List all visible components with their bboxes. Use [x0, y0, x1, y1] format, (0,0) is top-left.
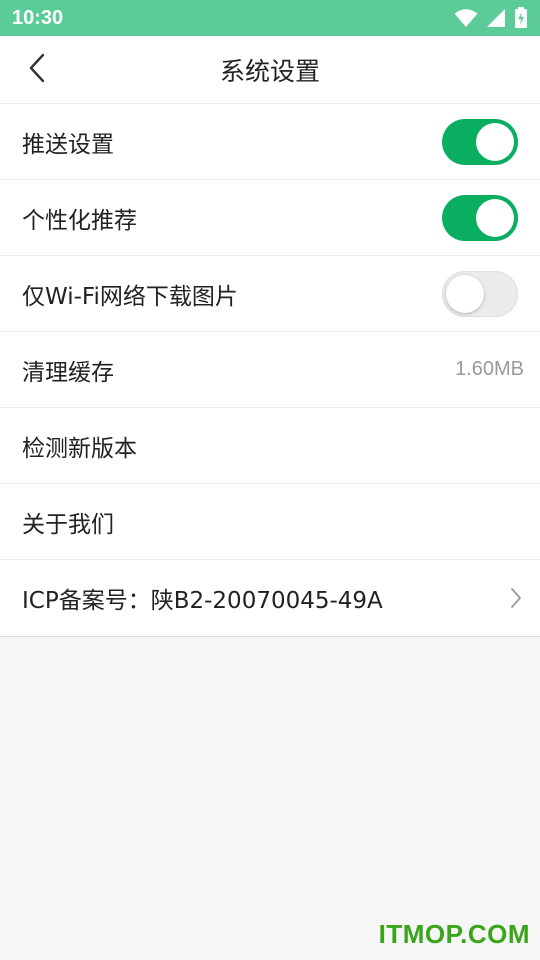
- back-button[interactable]: [16, 48, 60, 92]
- setting-wifi-images-label: 仅Wi-Fi网络下载图片: [22, 283, 238, 310]
- nav-bar: 系统设置: [0, 36, 540, 104]
- status-time: 10:30: [12, 6, 64, 29]
- toggle-knob: [476, 122, 514, 161]
- push-toggle[interactable]: [442, 118, 518, 165]
- watermark-logo: ITMOP.COM: [378, 919, 530, 949]
- status-bar: 10:30: [0, 0, 540, 36]
- setting-icp[interactable]: ICP备案号：陕B2-20070045-49A: [0, 560, 540, 636]
- setting-push-label: 推送设置: [22, 131, 114, 158]
- signal-icon: [486, 8, 506, 28]
- setting-personalized-label: 个性化推荐: [22, 207, 137, 234]
- status-icons: [454, 7, 528, 29]
- toggle-knob: [446, 274, 484, 313]
- battery-charging-icon: [514, 7, 528, 29]
- setting-about[interactable]: 关于我们: [0, 484, 540, 560]
- chevron-left-icon: [28, 53, 48, 87]
- setting-about-label: 关于我们: [22, 511, 114, 538]
- personalized-toggle[interactable]: [442, 194, 518, 241]
- setting-clear-cache-label: 清理缓存: [22, 359, 114, 386]
- wifi-images-toggle[interactable]: [442, 270, 518, 317]
- wifi-icon: [454, 8, 478, 28]
- setting-icp-label: ICP备案号：陕B2-20070045-49A: [22, 588, 383, 614]
- toggle-knob: [476, 198, 514, 237]
- setting-personalized: 个性化推荐: [0, 180, 540, 256]
- settings-list: 推送设置 个性化推荐 仅Wi-Fi网络下载图片 清理缓存 1.60MB 检测新版…: [0, 104, 540, 637]
- setting-push: 推送设置: [0, 104, 540, 180]
- page-title: 系统设置: [219, 56, 320, 86]
- setting-check-version[interactable]: 检测新版本: [0, 408, 540, 484]
- setting-wifi-images: 仅Wi-Fi网络下载图片: [0, 256, 540, 332]
- chevron-right-icon: [506, 586, 526, 610]
- cache-size-value: 1.60MB: [455, 358, 524, 380]
- setting-check-version-label: 检测新版本: [22, 435, 137, 462]
- setting-clear-cache[interactable]: 清理缓存 1.60MB: [0, 332, 540, 408]
